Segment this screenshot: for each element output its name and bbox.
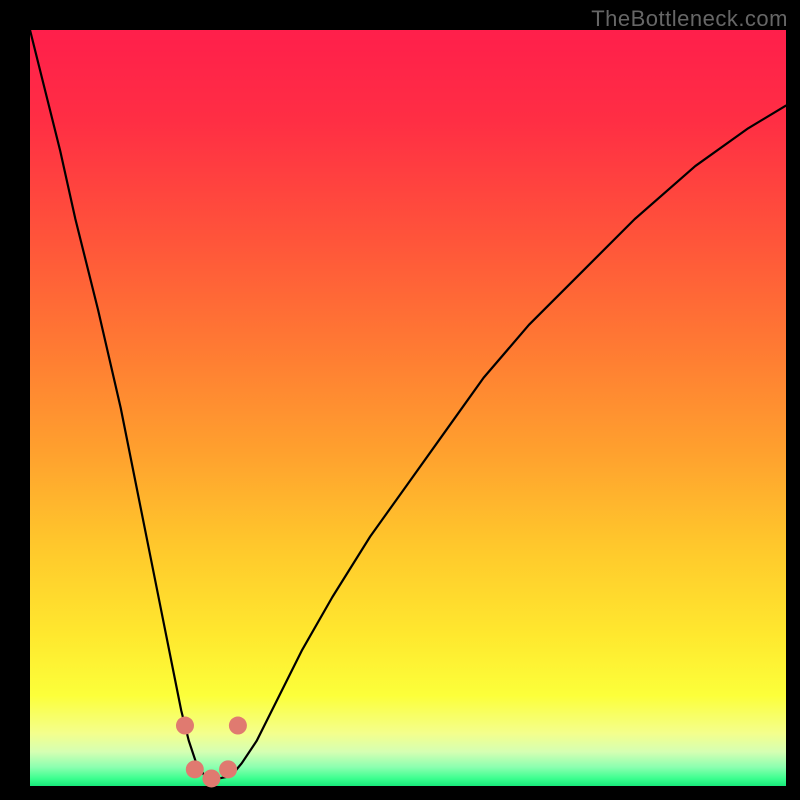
curve-marker-2 [202,769,220,787]
curve-marker-3 [219,760,237,778]
curve-marker-4 [229,717,247,735]
plot-background [30,30,786,786]
curve-marker-0 [176,717,194,735]
chart-svg [0,0,800,800]
chart-frame: TheBottleneck.com [0,0,800,800]
curve-marker-1 [186,760,204,778]
watermark-text: TheBottleneck.com [591,6,788,32]
